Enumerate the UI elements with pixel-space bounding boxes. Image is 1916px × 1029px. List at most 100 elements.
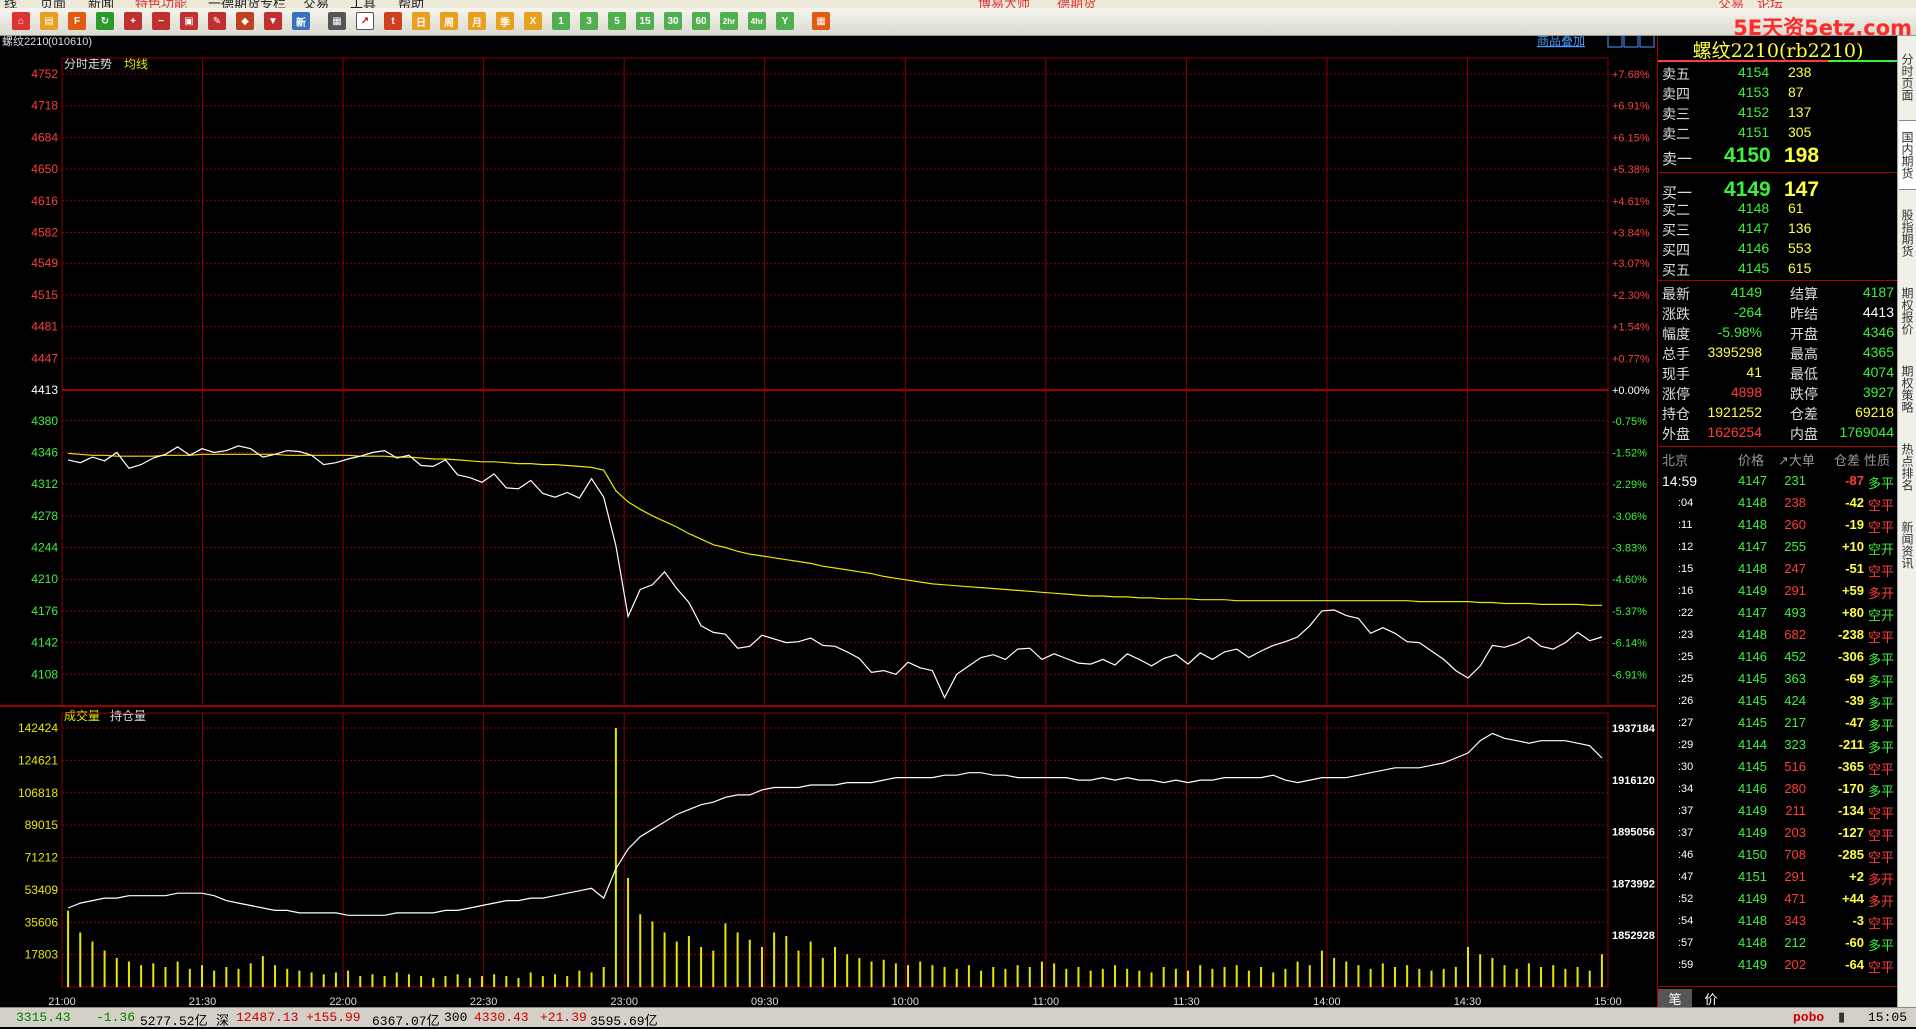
menu-item-4[interactable]: 一德期货专栏 [208,0,286,8]
tick-header: 北京 价格 ↗大单 仓差 性质 [1658,450,1898,470]
volume-bar [773,932,776,987]
tick-header-label: 北京 [1662,453,1689,468]
refresh-icon[interactable]: ↻ [96,12,114,30]
menu-item-7[interactable]: 帮助 [398,0,424,8]
menu-item-5[interactable]: 交易 [303,0,329,8]
tick-row[interactable]: 14:59 4147 231 -87 多平 [1658,473,1898,493]
sidebar-tab[interactable]: 分时页面 [1899,42,1916,112]
volume-bar [1235,965,1238,987]
order-book-label: 卖五 [1662,66,1690,82]
order-book-label: 卖四 [1662,86,1690,102]
volume-bar [907,965,910,987]
overlay-link[interactable]: 商品叠加 [1537,36,1585,48]
book-icon[interactable]: ▤ [40,12,58,30]
chart-svg[interactable]: 螺纹2210 (010610) 商品叠加 分时走势 均线 成交量 持仓量 475… [0,36,1656,1007]
tick-row[interactable]: :52 4149 471 +44 多开 [1658,891,1898,911]
tick-time: :27 [1678,717,1694,729]
sidebar-tab[interactable]: 新闻资讯 [1899,510,1916,580]
stat-value: 1769044 [1839,424,1894,440]
tab-ticks[interactable]: 笔 [1658,989,1692,1008]
menu-item-6[interactable]: 工具 [350,0,376,8]
tick-row[interactable]: :37 4149 211 -134 空平 [1658,803,1898,823]
home-icon[interactable]: ⌂ [12,12,30,30]
pencil-icon[interactable]: ✎ [208,12,226,30]
trade-link[interactable]: 交易 [1718,0,1744,8]
period-day-button[interactable]: 日 [412,12,430,30]
period-15-button[interactable]: 15 [636,12,654,30]
volume-bar [882,959,885,987]
tick-price: 4144 [1738,737,1767,752]
volume-bar [712,950,715,987]
zoom-in-icon[interactable]: + [124,12,142,30]
tick-row[interactable]: :26 4145 424 -39 多平 [1658,693,1898,713]
tick-row[interactable]: :47 4151 291 +2 多开 [1658,869,1898,889]
period-month-button[interactable]: 月 [468,12,486,30]
grid-icon[interactable]: ▦ [812,12,830,30]
sidebar-tab[interactable]: 国内期货 [1899,120,1916,190]
tick-row[interactable]: :25 4146 452 -306 多平 [1658,649,1898,669]
period-4hr-button[interactable]: 4hr [748,12,766,30]
stat-label: 涨跌 [1662,306,1690,322]
tick-row[interactable]: :54 4148 343 -3 空平 [1658,913,1898,933]
sidebar-tab[interactable]: 热点排名 [1899,432,1916,502]
tick-row[interactable]: :27 4145 217 -47 多平 [1658,715,1898,735]
tick-row[interactable]: :22 4147 493 +80 空开 [1658,605,1898,625]
tick-row[interactable]: :59 4149 202 -64 空平 [1658,957,1898,977]
period-y-button[interactable]: Y [776,12,794,30]
paint-icon[interactable]: ◆ [236,12,254,30]
menu-item-3[interactable]: 特色功能 [135,0,187,8]
period-2hr-button[interactable]: 2hr [720,12,738,30]
tick-row[interactable]: :30 4145 516 -365 空平 [1658,759,1898,779]
volume-bar [261,956,264,987]
filter-icon[interactable]: ▼ [264,12,282,30]
period-week-button[interactable]: 周 [440,12,458,30]
volume-bar [541,976,544,987]
tick-row[interactable]: :34 4146 280 -170 多平 [1658,781,1898,801]
line-chart-icon[interactable]: ↗ [356,12,374,30]
tick-row[interactable]: :11 4148 260 -19 空平 [1658,517,1898,537]
order-book-label: 卖一 [1662,151,1693,168]
period-1-button[interactable]: 1 [552,12,570,30]
period-60-button[interactable]: 60 [692,12,710,30]
sidebar-tab[interactable]: 期权报价 [1899,276,1916,346]
quote-stat-row: 涨停 4898 跌停 3927 [1658,384,1898,404]
tick-volume: 212 [1784,935,1806,950]
pct-tick-label: +7.68% [1612,69,1650,81]
volume-bar [846,954,849,987]
menu-item-0[interactable]: 线 [4,0,17,8]
tick-row[interactable]: :37 4149 203 -127 空平 [1658,825,1898,845]
tab-prices[interactable]: 价 [1694,989,1728,1008]
sidebar-tab[interactable]: 股指期货 [1899,198,1916,268]
period-3-button[interactable]: 3 [580,12,598,30]
menu-item-1[interactable]: 页面 [40,0,66,8]
pct-tick-label: +3.84% [1612,227,1650,239]
tick-row[interactable]: :15 4148 247 -51 空平 [1658,561,1898,581]
tick-row[interactable]: :04 4148 238 -42 空平 [1658,495,1898,515]
tick-nature: 空平 [1868,916,1895,931]
intraday-chart[interactable]: 螺纹2210 (010610) 商品叠加 分时走势 均线 成交量 持仓量 475… [0,36,1656,1007]
tick-row[interactable]: :12 4147 255 +10 空开 [1658,539,1898,559]
status-index-value: 深 [216,1014,230,1029]
menu-item-2[interactable]: 新闻 [88,0,114,8]
period-5-button[interactable]: 5 [608,12,626,30]
tick-row[interactable]: :29 4144 323 -211 多平 [1658,737,1898,757]
period-x-button[interactable]: X [524,12,542,30]
window-buttons[interactable] [1607,36,1655,48]
volume-bar [1150,972,1153,987]
tick-row[interactable]: :23 4148 682 -238 空平 [1658,627,1898,647]
period-30-button[interactable]: 30 [664,12,682,30]
zoom-out-icon[interactable]: − [152,12,170,30]
sidebar-tab[interactable]: 期权策略 [1899,354,1916,424]
f10-icon[interactable]: F [68,12,86,30]
period-season-button[interactable]: 季 [496,12,514,30]
tick-row[interactable]: :57 4148 212 -60 多平 [1658,935,1898,955]
tick-row[interactable]: :25 4145 363 -69 多平 [1658,671,1898,691]
tick-row[interactable]: :16 4149 291 +59 多开 [1658,583,1898,603]
new-icon[interactable]: 新 [292,12,310,30]
tick-row[interactable]: :46 4150 708 -285 空平 [1658,847,1898,867]
volume-bar [821,957,824,987]
tick-icon[interactable]: t [384,12,402,30]
forum-link[interactable]: 论坛 [1757,0,1783,8]
table-icon[interactable]: ▦ [328,12,346,30]
window-icon[interactable]: ▣ [180,12,198,30]
